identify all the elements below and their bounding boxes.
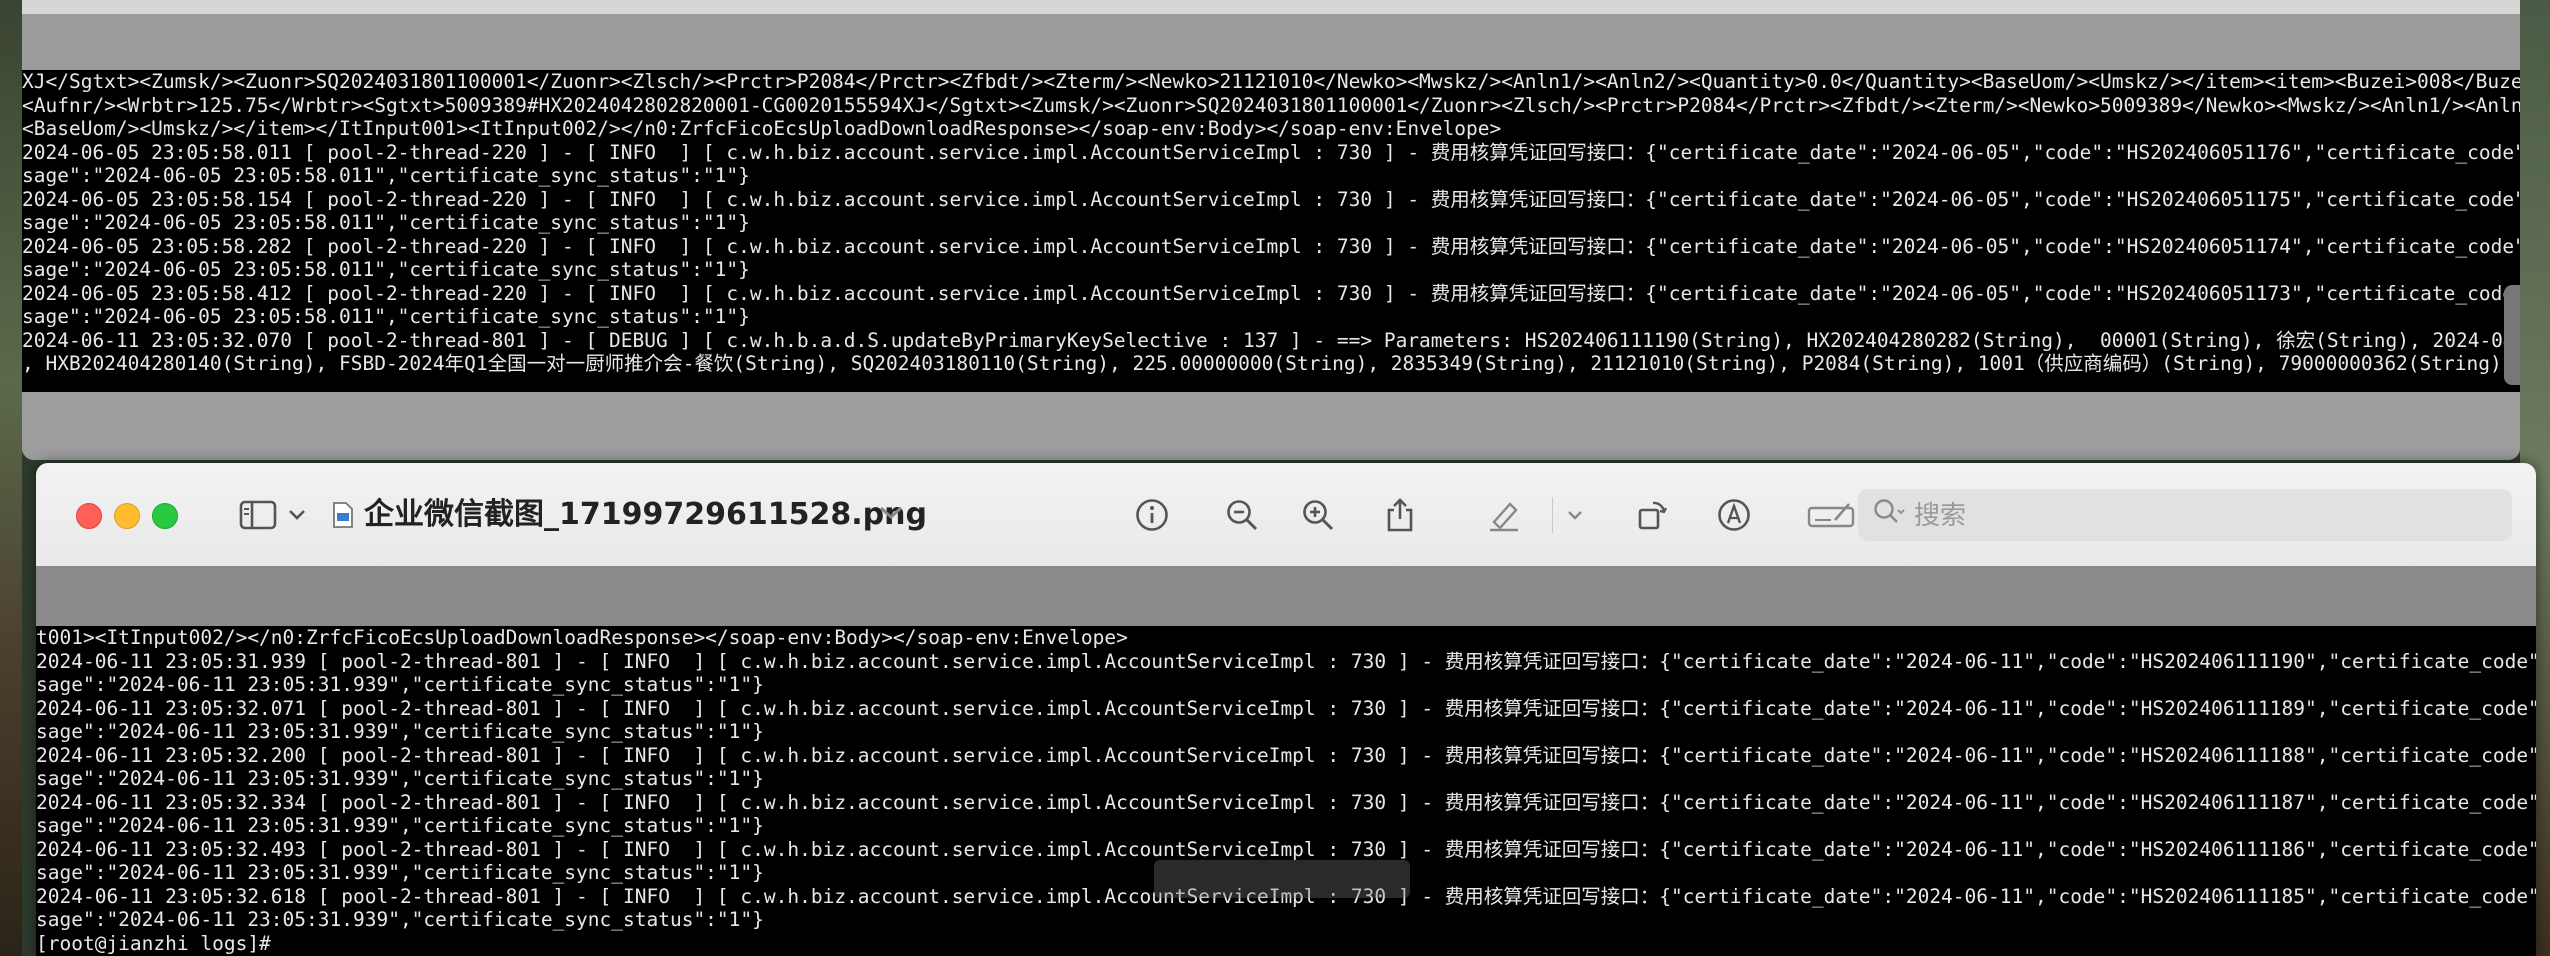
- log-line: sage":"2024-06-11 23:05:31.939","certifi…: [36, 767, 2536, 791]
- log-text: 2024-06-05 23:05:58.282 [ pool-2-thread-…: [22, 234, 2520, 258]
- desktop-wallpaper-left: [0, 0, 22, 956]
- log-text: 2024-06-05 23:05:58.154 [ pool-2-thread-…: [22, 187, 2520, 211]
- log-text: , HXB202404280140(String), FSBD-2024年Q1全…: [22, 352, 2520, 375]
- log-text: 2024-06-11 23:05:32.200 [ pool-2-thread-…: [36, 743, 2536, 767]
- log-text: sage":"2024-06-11 23:05:31.939","certifi…: [36, 673, 764, 696]
- log-line: [root@jianzhi logs]#: [36, 932, 2536, 956]
- log-line: 2024-06-11 23:05:32.200 [ pool-2-thread-…: [36, 744, 2536, 768]
- log-line: sage":"2024-06-11 23:05:31.939","certifi…: [36, 908, 2536, 932]
- log-line: sage":"2024-06-05 23:05:58.011","certifi…: [22, 305, 2520, 329]
- preview-titlebar: 企业微信截图_17199729611528.png: [36, 463, 2536, 567]
- log-text: sage":"2024-06-05 23:05:58.011","certifi…: [22, 258, 750, 281]
- log-line: sage":"2024-06-05 23:05:58.011","certifi…: [22, 164, 2520, 188]
- log-line: 2024-06-11 23:05:32.071 [ pool-2-thread-…: [36, 697, 2536, 721]
- file-icon: [328, 493, 358, 537]
- log-text: 2024-06-11 23:05:32.071 [ pool-2-thread-…: [36, 696, 2536, 720]
- sidebar-collapse-handle[interactable]: [2504, 285, 2520, 385]
- log-line: sage":"2024-06-05 23:05:58.011","certifi…: [22, 211, 2520, 235]
- markup-button[interactable]: [1712, 493, 1756, 537]
- log-text: 2024-06-11 23:05:32.070 [ pool-2-thread-…: [22, 328, 2520, 352]
- background-window-titlebar: [22, 0, 2520, 14]
- log-text: [root@jianzhi logs]#: [36, 931, 283, 955]
- log-line: 2024-06-11 23:05:32.334 [ pool-2-thread-…: [36, 791, 2536, 815]
- chevron-down-icon: [879, 506, 903, 520]
- zoom-out-button[interactable]: [1220, 493, 1264, 537]
- background-window-footer: [22, 392, 2520, 460]
- highlight-icon: [1490, 502, 1518, 532]
- log-line: t001><ItInput002/></n0:ZrfcFicoEcsUpload…: [36, 626, 2536, 650]
- log-line: 2024-06-05 23:05:58.011 [ pool-2-thread-…: [22, 141, 2520, 165]
- log-line: 2024-06-11 23:05:31.939 [ pool-2-thread-…: [36, 650, 2536, 674]
- log-line: 2024-06-11 23:05:32.493 [ pool-2-thread-…: [36, 838, 2536, 862]
- background-window-toolbar: [22, 14, 2520, 70]
- log-text: sage":"2024-06-05 23:05:58.011","certifi…: [22, 305, 750, 328]
- markup-icon: [1718, 499, 1750, 531]
- chevron-down-icon: [289, 510, 305, 520]
- floating-markup-toolbar[interactable]: [1154, 860, 1410, 898]
- minimize-button[interactable]: [114, 503, 140, 529]
- log-text: 2024-06-05 23:05:58.412 [ pool-2-thread-…: [22, 281, 2520, 305]
- chevron-down-icon: [1568, 511, 1582, 520]
- preview-content-margin: [36, 566, 2536, 626]
- log-text: sage":"2024-06-11 23:05:31.939","certifi…: [36, 908, 764, 931]
- log-text: <BaseUom/><Umskz/></item></ItInput001><I…: [22, 117, 1502, 140]
- info-button[interactable]: [1130, 493, 1174, 537]
- log-text: sage":"2024-06-11 23:05:31.939","certifi…: [36, 720, 764, 743]
- share-button[interactable]: [1378, 493, 1422, 537]
- log-line: 2024-06-11 23:05:32.070 [ pool-2-thread-…: [22, 329, 2520, 353]
- log-line: 2024-06-05 23:05:58.154 [ pool-2-thread-…: [22, 188, 2520, 212]
- sidebar-icon: [239, 500, 277, 530]
- log-line: 2024-06-05 23:05:58.282 [ pool-2-thread-…: [22, 235, 2520, 259]
- log-line: , HXB202404280140(String), FSBD-2024年Q1全…: [22, 352, 2520, 376]
- zoom-in-icon: [1303, 500, 1334, 531]
- sidebar-options-button[interactable]: [284, 493, 310, 537]
- log-text: sage":"2024-06-11 23:05:31.939","certifi…: [36, 861, 764, 884]
- log-text: <Aufnr/><Wrbtr>125.75</Wrbtr><Sgtxt>5009…: [22, 93, 2520, 117]
- rotate-button[interactable]: [1630, 493, 1674, 537]
- zoom-button[interactable]: [152, 503, 178, 529]
- toolbar-divider: [1552, 497, 1553, 533]
- log-text: 2024-06-11 23:05:32.493 [ pool-2-thread-…: [36, 837, 2536, 861]
- log-text: 2024-06-11 23:05:31.939 [ pool-2-thread-…: [36, 649, 2536, 673]
- search-input[interactable]: [1912, 489, 2496, 543]
- search-field[interactable]: [1858, 489, 2512, 543]
- log-line: <Aufnr/><Wrbtr>125.75</Wrbtr><Sgtxt>5009…: [22, 94, 2520, 118]
- log-line: sage":"2024-06-05 23:05:58.011","certifi…: [22, 258, 2520, 282]
- zoom-in-button[interactable]: [1296, 493, 1340, 537]
- highlight-options-button[interactable]: [1562, 493, 1588, 537]
- redact-button[interactable]: [1806, 493, 1856, 537]
- log-text: sage":"2024-06-05 23:05:58.011","certifi…: [22, 211, 750, 234]
- close-button[interactable]: [76, 503, 102, 529]
- log-line: sage":"2024-06-11 23:05:31.939","certifi…: [36, 673, 2536, 697]
- background-preview-window[interactable]: XJ</Sgtxt><Zumsk/><Zuonr>SQ2024031801100…: [22, 0, 2520, 460]
- log-text: sage":"2024-06-11 23:05:31.939","certifi…: [36, 767, 764, 790]
- sidebar-toggle-button[interactable]: [236, 493, 280, 537]
- zoom-out-icon: [1227, 500, 1258, 531]
- log-text: t001><ItInput002/></n0:ZrfcFicoEcsUpload…: [36, 626, 1128, 649]
- log-text: XJ</Sgtxt><Zumsk/><Zuonr>SQ2024031801100…: [22, 70, 2520, 93]
- log-text: sage":"2024-06-11 23:05:31.939","certifi…: [36, 814, 764, 837]
- log-text: 2024-06-11 23:05:32.334 [ pool-2-thread-…: [36, 790, 2536, 814]
- search-icon: [1872, 497, 1908, 533]
- log-line: XJ</Sgtxt><Zumsk/><Zuonr>SQ2024031801100…: [22, 70, 2520, 94]
- preview-window[interactable]: 企业微信截图_17199729611528.png 搜索 t001><ItInp…: [36, 463, 2536, 956]
- highlight-button[interactable]: [1482, 493, 1526, 537]
- log-line: sage":"2024-06-11 23:05:31.939","certifi…: [36, 814, 2536, 838]
- rotate-icon: [1638, 501, 1667, 530]
- terminal-screenshot-front: t001><ItInput002/></n0:ZrfcFicoEcsUpload…: [36, 626, 2536, 956]
- share-icon: [1387, 498, 1413, 532]
- terminal-log-front: t001><ItInput002/></n0:ZrfcFicoEcsUpload…: [36, 626, 2536, 955]
- terminal-log-top: XJ</Sgtxt><Zumsk/><Zuonr>SQ2024031801100…: [22, 70, 2520, 376]
- log-line: 2024-06-05 23:05:58.412 [ pool-2-thread-…: [22, 282, 2520, 306]
- terminal-screenshot-top: XJ</Sgtxt><Zumsk/><Zuonr>SQ2024031801100…: [22, 70, 2520, 392]
- log-text: sage":"2024-06-05 23:05:58.011","certifi…: [22, 164, 750, 187]
- redact-icon: [1807, 503, 1855, 528]
- title-menu-button[interactable]: [878, 493, 904, 537]
- document-title[interactable]: 企业微信截图_17199729611528.png: [364, 493, 927, 537]
- log-line: <BaseUom/><Umskz/></item></ItInput001><I…: [22, 117, 2520, 141]
- log-line: sage":"2024-06-11 23:05:31.939","certifi…: [36, 720, 2536, 744]
- info-icon: [1136, 499, 1168, 531]
- log-text: 2024-06-05 23:05:58.011 [ pool-2-thread-…: [22, 140, 2520, 164]
